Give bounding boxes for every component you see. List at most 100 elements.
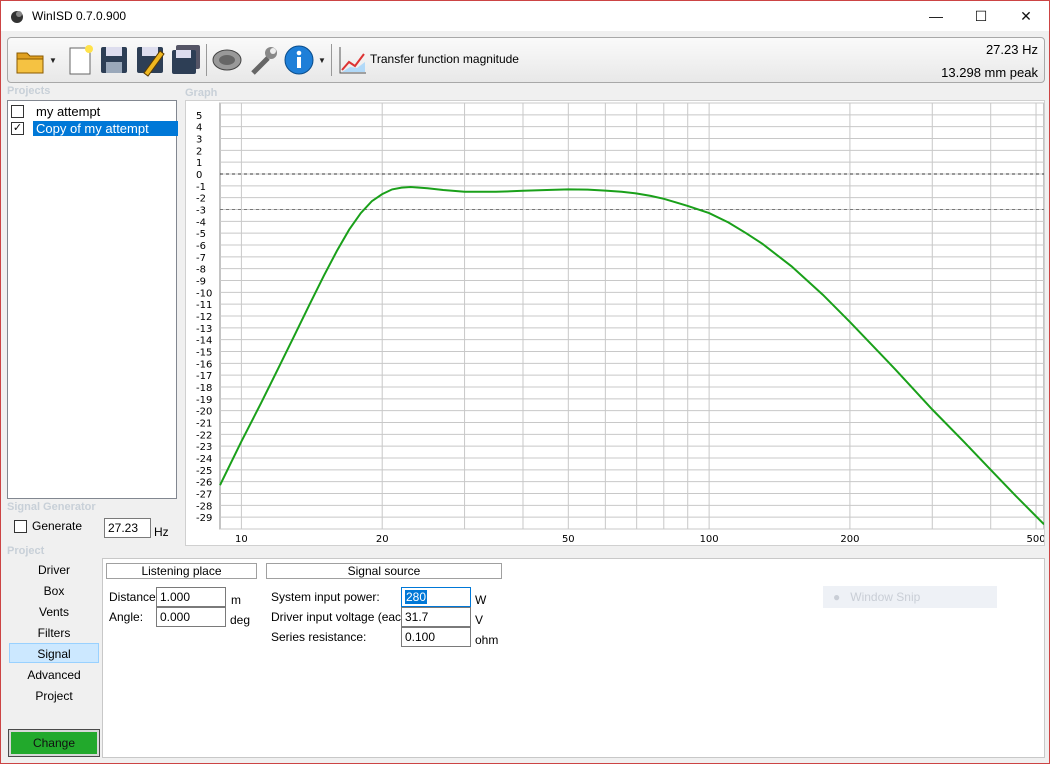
y-tick-label: -9 — [196, 277, 206, 288]
project-name-selected[interactable]: Copy of my attempt — [33, 121, 178, 136]
nav-filters[interactable]: Filters — [9, 623, 99, 643]
nav-vents[interactable]: Vents — [9, 602, 99, 622]
y-tick-label: -3 — [196, 206, 206, 217]
app-window: WinISD 0.7.0.900 — ☐ ✕ ▼ ▼ Transfer func… — [0, 0, 1050, 764]
y-tick-label: 1 — [196, 158, 202, 169]
y-tick-label: 5 — [196, 111, 202, 122]
signal-generator-label: Signal Generator — [7, 501, 96, 513]
title-bar: WinISD 0.7.0.900 — ☐ ✕ — [1, 1, 1049, 31]
y-tick-label: -1 — [196, 182, 206, 193]
projects-section-label: Projects — [7, 85, 51, 97]
nav-project[interactable]: Project — [9, 686, 99, 706]
open-folder-icon[interactable] — [14, 43, 46, 77]
y-tick-label: -21 — [196, 419, 212, 430]
close-button[interactable]: ✕ — [1003, 1, 1049, 31]
y-tick-label: -18 — [196, 383, 212, 394]
frequency-readout: 27.23 Hz — [985, 42, 1038, 57]
save-icon[interactable] — [98, 43, 130, 77]
maximize-button[interactable]: ☐ — [958, 1, 1004, 31]
angle-label: Angle: — [109, 610, 144, 624]
y-tick-label: -13 — [196, 324, 212, 335]
save-as-icon[interactable] — [134, 43, 166, 77]
graph-type-icon[interactable] — [336, 43, 368, 77]
graph-panel[interactable]: 5 4 3 2 1 0 -1 -2 -3 -4 -5 -6 -7 -8 -9 -10 -11 -12 -13 -14-… — [185, 100, 1046, 546]
window-snip-label: Window Snip — [850, 590, 921, 604]
project-checkbox[interactable]: ✓ — [11, 122, 24, 135]
project-checkbox[interactable] — [11, 105, 24, 118]
frequency-response-chart[interactable]: 543210-1-2-3-4-5-6-7-8-9-10-11-12-13-14-… — [186, 101, 1046, 545]
y-tick-label: -26 — [196, 478, 212, 489]
window-snip-overlay[interactable]: ● Window Snip — [823, 586, 997, 608]
maximize-icon: ☐ — [974, 7, 988, 24]
y-tick-label: 0 — [196, 170, 202, 181]
nav-advanced[interactable]: Advanced — [9, 665, 99, 685]
system-power-value[interactable]: 280 — [405, 590, 428, 604]
nav-driver[interactable]: Driver — [9, 560, 99, 580]
project-item[interactable]: my attempt — [11, 103, 103, 120]
system-power-label: System input power: — [271, 590, 380, 604]
y-tick-label: -22 — [196, 430, 212, 441]
generate-checkbox[interactable] — [14, 519, 27, 533]
nav-box[interactable]: Box — [9, 581, 99, 601]
y-tick-label: -25 — [196, 466, 212, 477]
y-tick-label: -29 — [196, 513, 212, 524]
speaker-driver-icon[interactable] — [211, 43, 243, 77]
y-tick-label: -8 — [196, 265, 206, 276]
info-icon[interactable] — [283, 43, 315, 77]
toolbar: ▼ ▼ Transfer function magnitude 27.23 Hz… — [7, 37, 1045, 83]
info-dropdown-chevron-icon[interactable]: ▼ — [318, 56, 326, 65]
y-tick-label: -24 — [196, 454, 212, 465]
minimize-button[interactable]: — — [913, 1, 959, 31]
y-tick-label: -15 — [196, 348, 212, 359]
app-icon — [11, 11, 23, 23]
y-tick-label: -16 — [196, 359, 212, 370]
y-tick-label: -12 — [196, 312, 212, 323]
project-item[interactable]: ✓ Copy of my attempt — [11, 120, 178, 137]
projects-list: my attempt ✓ Copy of my attempt — [7, 100, 178, 499]
save-all-icon[interactable] — [170, 43, 202, 77]
wrench-icon[interactable] — [248, 43, 280, 77]
toolbar-separator — [331, 44, 332, 76]
distance-label: Distance: — [109, 590, 160, 604]
angle-input[interactable]: 0.000 — [156, 607, 226, 627]
x-tick-label: 500 — [1026, 534, 1044, 545]
y-tick-label: -10 — [196, 288, 212, 299]
distance-unit: m — [231, 593, 241, 607]
signal-source-heading: Signal source — [266, 563, 502, 579]
generate-toggle[interactable]: Generate — [14, 519, 82, 533]
y-tick-label: -4 — [196, 217, 206, 228]
y-tick-label: -11 — [196, 300, 212, 311]
power-unit: W — [475, 593, 487, 607]
x-tick-label: 10 — [235, 534, 248, 545]
y-tick-label: -20 — [196, 407, 212, 418]
y-tick-label: -23 — [196, 442, 212, 453]
driver-voltage-label: Driver input voltage (each): — [271, 610, 416, 624]
series-resistance-input[interactable]: 0.100 — [401, 627, 471, 647]
y-tick-label: -7 — [196, 253, 206, 264]
y-tick-label: -6 — [196, 241, 206, 252]
series-resistance-label: Series resistance: — [271, 630, 367, 644]
nav-signal[interactable]: Signal — [9, 643, 99, 663]
generator-unit: Hz — [154, 525, 169, 539]
new-project-icon[interactable] — [64, 43, 96, 77]
change-button[interactable]: Change — [8, 729, 100, 757]
x-tick-label: 50 — [562, 534, 575, 545]
voltage-unit: V — [475, 613, 484, 627]
y-tick-label: -17 — [196, 371, 212, 382]
project-name[interactable]: my attempt — [33, 104, 103, 119]
y-tick-label: -28 — [196, 501, 212, 512]
generate-label: Generate — [32, 519, 83, 533]
generator-frequency-input[interactable]: 27.23 — [104, 518, 151, 538]
y-tick-label: -2 — [196, 194, 206, 205]
close-icon: ✕ — [1020, 7, 1032, 24]
x-tick-label: 100 — [700, 534, 719, 545]
distance-input[interactable]: 1.000 — [156, 587, 226, 607]
system-power-input[interactable]: 280 — [401, 587, 471, 607]
driver-voltage-input[interactable]: 31.7 — [401, 607, 471, 627]
window-title: WinISD 0.7.0.900 — [32, 9, 127, 23]
graph-type-label[interactable]: Transfer function magnitude — [370, 52, 519, 66]
y-tick-label: -14 — [196, 336, 212, 347]
y-tick-label: -5 — [196, 229, 206, 240]
x-tick-label: 200 — [840, 534, 859, 545]
open-dropdown-chevron-icon[interactable]: ▼ — [49, 56, 57, 65]
